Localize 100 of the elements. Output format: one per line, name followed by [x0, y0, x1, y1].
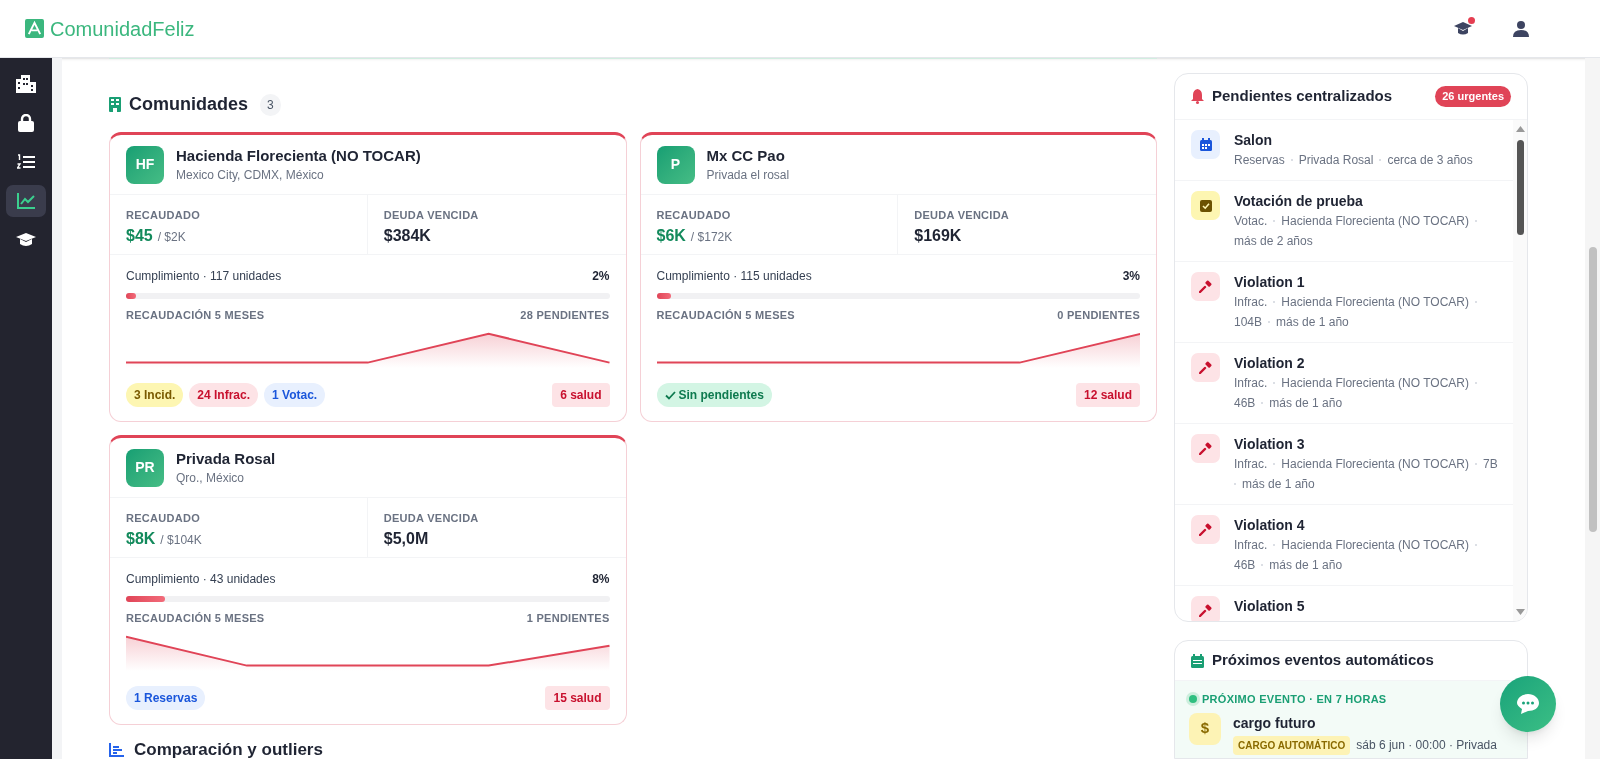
bar-chart-icon	[109, 743, 124, 757]
item-meta: 104B	[1234, 314, 1263, 331]
gavel-icon	[1191, 434, 1220, 463]
gavel-icon	[1191, 596, 1220, 621]
bell-icon	[1191, 89, 1204, 104]
compliance-label: Cumplimiento · 117 unidades	[126, 268, 282, 285]
item-meta: más de 1 año	[1276, 314, 1349, 331]
scroll-down-icon[interactable]	[1515, 609, 1525, 615]
tag-label: Sin pendientes	[678, 387, 764, 404]
chat-icon	[1516, 693, 1540, 715]
event-title: cargo futuro	[1233, 713, 1317, 733]
gavel-icon	[1191, 272, 1220, 301]
pending-count: 28 PENDIENTES	[520, 308, 610, 323]
pending-item[interactable]: Violation 1 Infrac. Hacienda Florecienta (NO TOCAR) 104B más de 1 año	[1175, 262, 1513, 343]
collected-total: / $172K	[690, 228, 733, 246]
stat-label: RECAUDADO	[126, 511, 201, 526]
page-scrollbar[interactable]	[1585, 58, 1600, 759]
pending-count: 1 PENDIENTES	[526, 611, 610, 626]
calendar-icon	[1191, 653, 1204, 668]
collected-total: / $104K	[160, 531, 202, 549]
item-meta: Hacienda Florecienta (NO TOCAR)	[1281, 294, 1469, 311]
item-meta: más de 1 año	[1269, 557, 1343, 574]
check-icon	[664, 390, 676, 400]
checkbox-icon	[1191, 191, 1220, 220]
item-meta: más de 2 años	[1234, 233, 1313, 250]
stat-label: DEUDA VENCIDA	[383, 511, 480, 526]
trend-label: RECAUDACIÓN 5 MESES	[126, 308, 265, 323]
pending-item[interactable]: Violation 5	[1175, 586, 1513, 621]
item-meta: Hacienda Florecienta (NO TOCAR)	[1281, 456, 1469, 473]
status-tag: 1 Votac.	[264, 383, 326, 407]
status-tag: 3 Incid.	[126, 383, 184, 407]
item-meta: Hacienda Florecienta (NO TOCAR)	[1281, 375, 1469, 392]
item-meta: cerca de 3 años	[1387, 152, 1473, 169]
pending-item[interactable]: Salon Reservas Privada Rosal cerca de 3 años	[1175, 120, 1513, 181]
item-title: Violation 2	[1234, 354, 1306, 373]
gavel-icon	[1191, 515, 1220, 544]
next-event-label: PRÓXIMO EVENTO · EN 7 HORAS	[1202, 692, 1387, 707]
pending-item[interactable]: Votación de prueba Votac. Hacienda Florecienta (NO TOCAR) más de 2 años	[1175, 181, 1513, 262]
stat-label: RECAUDADO	[126, 208, 201, 223]
scroll-thumb[interactable]	[1516, 140, 1524, 235]
gavel-icon	[1191, 353, 1220, 382]
item-meta: más de 1 año	[1242, 476, 1315, 493]
item-meta: Votac.	[1234, 213, 1268, 230]
item-meta: más de 1 año	[1269, 395, 1343, 412]
item-meta: Hacienda Florecienta (NO TOCAR)	[1281, 213, 1469, 230]
pending-item[interactable]: Violation 3 Infrac. Hacienda Florecienta (NO TOCAR) 7B más de 1 año	[1175, 424, 1513, 505]
community-location: Privada el rosal	[706, 166, 790, 184]
community-location: Mexico City, CDMX, México	[176, 166, 325, 184]
item-title: Votación de prueba	[1234, 192, 1364, 211]
pending-item[interactable]: Violation 2 Infrac. Hacienda Florecienta (NO TOCAR) 46B más de 1 año	[1175, 343, 1513, 424]
line-chart-icon[interactable]	[6, 185, 46, 217]
scroll-up-icon[interactable]	[1515, 126, 1525, 132]
avatar-initials: P	[656, 145, 695, 184]
item-meta: Reservas	[1234, 152, 1285, 169]
compliance-percent: 3%	[1122, 268, 1140, 285]
compliance-label: Cumplimiento · 115 unidades	[656, 268, 812, 285]
community-name[interactable]: Hacienda Florecienta (NO TOCAR)	[176, 145, 421, 166]
avatar-initials: PR	[126, 448, 164, 487]
item-meta: Infrac.	[1234, 537, 1268, 554]
panel-title: Pendientes centralizados	[1212, 86, 1393, 107]
calendar-icon	[1191, 130, 1220, 159]
collected-amount: $8K	[126, 528, 156, 549]
item-title: Violation 3	[1234, 435, 1306, 454]
logo-icon	[25, 19, 44, 38]
health-badge: 12 salud	[1075, 383, 1140, 407]
community-name[interactable]: Mx CC Pao	[706, 145, 790, 166]
item-meta: Infrac.	[1234, 294, 1268, 311]
item-title: Violation 5	[1234, 597, 1305, 616]
chat-button[interactable]	[1500, 676, 1556, 732]
stat-label: DEUDA VENCIDA	[914, 208, 1011, 223]
overdue-debt: $384K	[383, 225, 432, 246]
overdue-debt: $5,0M	[383, 528, 430, 549]
stat-label: RECAUDADO	[656, 208, 732, 223]
auto-charge-badge: CARGO AUTOMÁTICO	[1233, 735, 1351, 755]
item-title: Salon	[1234, 131, 1274, 150]
health-badge: 15 salud	[545, 686, 610, 710]
item-meta: Infrac.	[1234, 375, 1268, 392]
pending-item[interactable]: Violation 4 Infrac. Hacienda Florecienta (NO TOCAR) 46B más de 1 año	[1175, 505, 1513, 586]
item-meta: 46B	[1234, 557, 1256, 574]
compliance-percent: 2%	[592, 268, 610, 285]
compliance-label: Cumplimiento · 43 unidades	[126, 571, 276, 588]
urgent-badge: 26 urgentes	[1435, 86, 1511, 107]
community-location: Qro., México	[176, 469, 245, 487]
health-badge: 6 salud	[552, 383, 610, 407]
status-tag: 1 Reservas	[126, 686, 206, 710]
section-title: Comparación y outliers	[134, 739, 323, 759]
scrollbar[interactable]	[1513, 120, 1527, 621]
community-name[interactable]: Privada Rosal	[176, 448, 276, 469]
trend-label: RECAUDACIÓN 5 MESES	[656, 308, 795, 323]
item-meta: Infrac.	[1234, 456, 1268, 473]
event-time: sáb 6 jun · 00:00 · Privada	[1356, 737, 1497, 754]
scroll-thumb[interactable]	[1588, 247, 1597, 532]
trend-label: RECAUDACIÓN 5 MESES	[126, 611, 265, 626]
building-icon	[109, 97, 121, 112]
user-icon[interactable]	[1512, 19, 1530, 38]
collected-amount: $6K	[656, 225, 686, 246]
item-title: Violation 4	[1234, 516, 1306, 535]
collected-total: / $2K	[157, 228, 186, 246]
stat-label: DEUDA VENCIDA	[383, 208, 480, 223]
item-meta: 46B	[1234, 395, 1256, 412]
